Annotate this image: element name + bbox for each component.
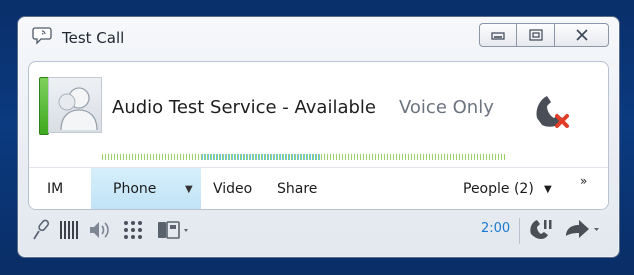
people-dropdown-icon[interactable]: ▼ bbox=[544, 168, 552, 209]
dtmf-button[interactable] bbox=[58, 218, 80, 242]
maximize-button[interactable] bbox=[517, 23, 555, 47]
window-title: Test Call bbox=[62, 29, 125, 47]
transfer-icon bbox=[566, 220, 599, 238]
mic-icon bbox=[33, 219, 50, 240]
call-window: Test Call Audio Test Service - Available… bbox=[17, 16, 620, 258]
volume-button[interactable] bbox=[88, 218, 112, 242]
contact-name: Audio Test Service - Available bbox=[112, 97, 376, 118]
tab-people[interactable]: People (2) bbox=[463, 168, 534, 209]
toolbar-divider bbox=[519, 218, 520, 244]
maximize-icon bbox=[528, 29, 543, 41]
audio-device-button[interactable] bbox=[156, 218, 192, 242]
transfer-button[interactable] bbox=[562, 218, 602, 242]
minimize-button[interactable] bbox=[479, 23, 517, 47]
hold-icon bbox=[530, 220, 552, 239]
speaker-icon bbox=[90, 222, 109, 238]
tab-share[interactable]: Share bbox=[277, 168, 317, 209]
chat-bubble-icon bbox=[32, 27, 52, 45]
dialpad-button[interactable] bbox=[122, 218, 144, 242]
avatar[interactable] bbox=[48, 77, 102, 133]
window-controls bbox=[479, 23, 609, 47]
close-button[interactable] bbox=[555, 23, 609, 47]
contact-silhouette-icon bbox=[58, 87, 98, 131]
mic-button[interactable] bbox=[30, 218, 54, 242]
call-mode-label: Voice Only bbox=[399, 97, 494, 118]
conversation-tabs: IM Phone ▼ Video Share People (2) ▼ » bbox=[29, 167, 608, 209]
minimize-icon bbox=[491, 32, 505, 40]
audio-level-peak bbox=[202, 154, 322, 160]
hold-button[interactable] bbox=[528, 218, 554, 242]
close-icon bbox=[575, 29, 588, 41]
tab-im[interactable]: IM bbox=[47, 168, 63, 209]
device-icon bbox=[158, 221, 188, 239]
hang-up-button[interactable] bbox=[529, 90, 577, 130]
chevron-down-icon[interactable]: ▼ bbox=[185, 184, 193, 195]
more-tabs-button[interactable]: » bbox=[580, 160, 587, 202]
conversation-panel: Audio Test Service - Available Voice Onl… bbox=[28, 61, 609, 210]
tab-phone[interactable]: Phone ▼ bbox=[91, 168, 201, 209]
dtmf-bars-icon bbox=[60, 221, 78, 239]
call-timer: 2:00 bbox=[481, 221, 511, 236]
phone-hangup-icon bbox=[536, 96, 569, 128]
title-bar[interactable]: Test Call bbox=[18, 17, 619, 57]
tab-video[interactable]: Video bbox=[213, 168, 252, 209]
call-toolbar: 2:00 bbox=[28, 210, 607, 250]
dialpad-icon bbox=[124, 221, 142, 239]
